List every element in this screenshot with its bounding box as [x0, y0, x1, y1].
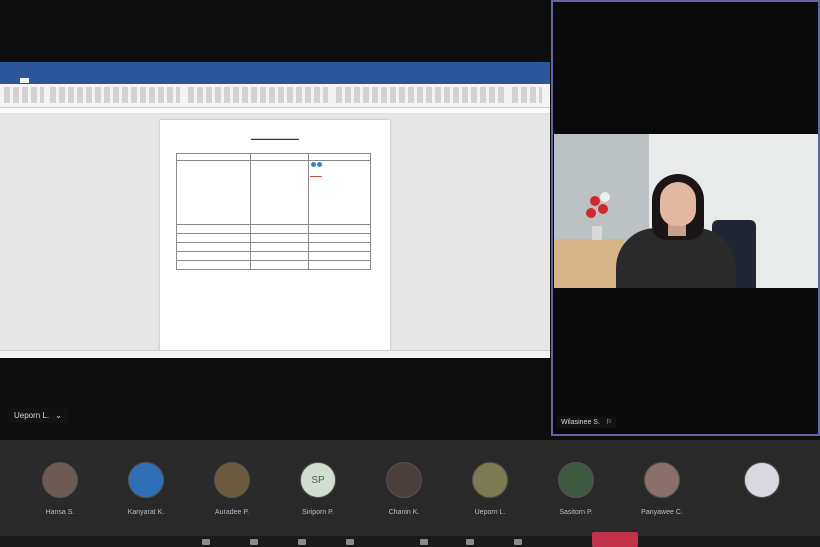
word-tab: [34, 78, 41, 83]
highlighted-note: ▬▬▬▬: [309, 174, 322, 178]
participant-tile[interactable]: Chanin K.: [374, 462, 434, 516]
document-area: ▬▬▬▬▬▬▬▬▬▬▬▬ ▬▬▬▬: [0, 114, 550, 356]
word-tab-active: [20, 77, 29, 83]
raise-hand-icon[interactable]: [466, 539, 474, 545]
flower: [586, 208, 596, 218]
participant-tile[interactable]: SP Siriporn P.: [288, 462, 348, 516]
share-icon[interactable]: [298, 539, 306, 545]
table-cell: [307, 224, 372, 234]
word-tab: [71, 78, 78, 83]
presenter-name-tag[interactable]: Ueporn L. ⌄: [8, 408, 68, 423]
avatar: [386, 462, 422, 498]
table-cell: [249, 242, 309, 252]
participant-tile[interactable]: Ueporn L.: [460, 462, 520, 516]
avatar: [128, 462, 164, 498]
word-ribbon: [0, 84, 550, 108]
avatar: [214, 462, 250, 498]
avatar: [644, 462, 680, 498]
participant-name: Sasitorn P.: [559, 509, 593, 516]
mic-icon[interactable]: [250, 539, 258, 545]
ribbon-styles-gallery: [336, 87, 506, 103]
participant-name: Panyawee C.: [641, 509, 683, 516]
table-cell: [307, 260, 372, 270]
table-header-cell: [249, 153, 309, 161]
table-cell: [249, 251, 309, 261]
leave-call-button[interactable]: [592, 532, 638, 547]
participant-tile[interactable]: Sasitorn P.: [546, 462, 606, 516]
participant-tile[interactable]: Panyawee C.: [632, 462, 692, 516]
word-ribbon-tabs: [0, 76, 550, 84]
flower-pot: [592, 226, 602, 240]
avatar-initials: SP: [300, 462, 336, 498]
document-page: ▬▬▬▬▬▬▬▬▬▬▬▬ ▬▬▬▬: [160, 120, 390, 356]
word-titlebar: [0, 62, 550, 76]
pin-icon: ⚐: [605, 419, 613, 426]
speaker-video: [554, 134, 818, 288]
flower: [598, 204, 608, 214]
participant-tile[interactable]: Auradee P.: [202, 462, 262, 516]
speaker-face: [660, 182, 696, 226]
table-cell: [176, 260, 251, 270]
table-header-cell: [307, 153, 372, 161]
participant-tile[interactable]: [732, 462, 792, 509]
table-cell: [249, 233, 309, 243]
document-table: ▬▬▬▬: [176, 153, 372, 270]
presenter-name: Ueporn L.: [14, 411, 50, 420]
table-cell: [307, 233, 372, 243]
table-cell: [176, 251, 251, 261]
avatar: [42, 462, 78, 498]
table-cell: [176, 242, 251, 252]
participant-tile[interactable]: Kanyarat K.: [116, 462, 176, 516]
blue-dot-icon: [316, 162, 322, 167]
word-statusbar: [0, 350, 550, 358]
chevron-down-icon: ⌄: [55, 411, 62, 420]
table-header-cell: [176, 153, 251, 161]
word-tab: [58, 78, 65, 83]
table-cell: [249, 160, 309, 225]
ribbon-editing-group: [512, 87, 542, 103]
participant-name: Kanyarat K.: [127, 509, 165, 516]
call-controls-bar: [0, 536, 820, 547]
participant-name: Ueporn L.: [474, 509, 506, 516]
participant-name: Siriporn P.: [302, 509, 334, 516]
document-heading: ▬▬▬▬▬▬▬▬▬▬▬▬: [251, 136, 299, 141]
ribbon-clipboard-group: [4, 87, 44, 103]
speaker-name: Wilasinee S.: [561, 418, 600, 426]
word-tab: [8, 78, 15, 83]
table-cell: [176, 160, 251, 225]
table-cell: ▬▬▬▬: [307, 160, 372, 225]
camera-icon[interactable]: [202, 539, 210, 545]
more-options-icon[interactable]: [346, 539, 354, 545]
meeting-stage: ▬▬▬▬▬▬▬▬▬▬▬▬ ▬▬▬▬ Ueporn L. ⌄ Wilasinee …: [0, 0, 820, 547]
participant-tile[interactable]: Hansa S.: [30, 462, 90, 516]
active-speaker-tile[interactable]: Wilasinee S. ⚐: [551, 0, 820, 436]
reactions-icon[interactable]: [420, 539, 428, 545]
avatar: [472, 462, 508, 498]
speaker-name-tag: Wilasinee S. ⚐: [557, 416, 617, 428]
ribbon-styles-group: [188, 87, 328, 103]
blue-dot-icon: [310, 162, 316, 167]
participants-icon[interactable]: [514, 539, 522, 545]
participant-strip: Hansa S. Kanyarat K. Auradee P. SP Sirip…: [0, 440, 820, 536]
avatar: [558, 462, 594, 498]
participant-name: Chanin K.: [388, 509, 420, 516]
avatar: [744, 462, 780, 498]
participant-name: Hansa S.: [45, 509, 75, 516]
table-cell: [249, 260, 309, 270]
cabinet: [554, 239, 624, 288]
table-cell: [307, 242, 372, 252]
word-tab: [46, 78, 53, 83]
ribbon-font-group: [50, 87, 180, 103]
table-cell: [176, 224, 251, 234]
shared-screen: ▬▬▬▬▬▬▬▬▬▬▬▬ ▬▬▬▬: [0, 62, 550, 358]
participant-name: Auradee P.: [214, 509, 250, 516]
table-cell: [176, 233, 251, 243]
table-cell: [307, 251, 372, 261]
flower: [600, 192, 610, 202]
table-cell: [249, 224, 309, 234]
